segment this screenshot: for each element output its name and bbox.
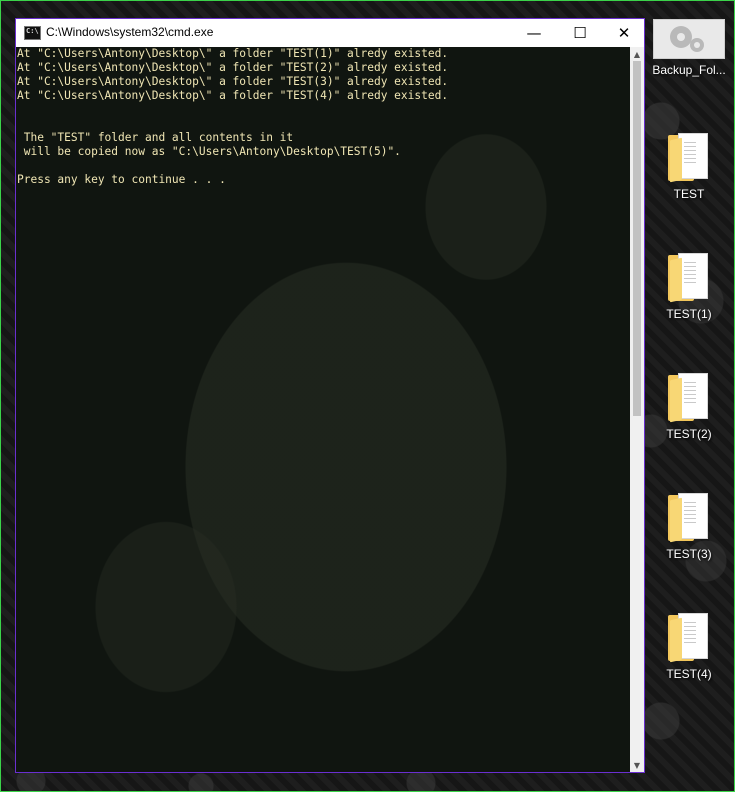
console-line: At "C:\Users\Antony\Desktop\" a folder "… xyxy=(17,89,449,102)
folder-icon xyxy=(668,491,710,543)
console-line: will be copied now as "C:\Users\Antony\D… xyxy=(17,145,401,158)
desktop-icon-test-3[interactable]: TEST(3) xyxy=(649,491,729,561)
console-line: At "C:\Users\Antony\Desktop\" a folder "… xyxy=(17,61,449,74)
folder-icon xyxy=(668,611,710,663)
console-prompt-line: Press any key to continue . . . xyxy=(17,173,226,186)
scroll-up-arrow-icon[interactable]: ▲ xyxy=(630,47,644,61)
console-area[interactable]: At "C:\Users\Antony\Desktop\" a folder "… xyxy=(16,47,630,772)
desktop-icon-label: TEST(3) xyxy=(666,547,712,561)
desktop-icon-label: Backup_Fol... xyxy=(652,63,726,77)
console-output: At "C:\Users\Antony\Desktop\" a folder "… xyxy=(17,47,448,187)
desktop-icon-label: TEST(2) xyxy=(666,427,712,441)
gear-icon xyxy=(690,38,704,52)
maximize-button[interactable]: ☐ xyxy=(557,19,603,47)
desktop: C:\Windows\system32\cmd.exe — ☐ ✕ At "C:… xyxy=(0,0,735,792)
desktop-icon-test-2[interactable]: TEST(2) xyxy=(649,371,729,441)
window-title: C:\Windows\system32\cmd.exe xyxy=(46,25,214,39)
desktop-icon-backup-folder[interactable]: Backup_Fol... xyxy=(649,19,729,77)
console-line: At "C:\Users\Antony\Desktop\" a folder "… xyxy=(17,47,449,60)
gear-icon xyxy=(670,26,692,48)
cmd-window: C:\Windows\system32\cmd.exe — ☐ ✕ At "C:… xyxy=(15,18,645,773)
desktop-icon-label: TEST(1) xyxy=(666,307,712,321)
scroll-thumb[interactable] xyxy=(633,61,641,416)
minimize-button[interactable]: — xyxy=(511,19,557,47)
desktop-icon-test[interactable]: TEST xyxy=(649,131,729,201)
scroll-down-arrow-icon[interactable]: ▼ xyxy=(630,758,644,772)
desktop-icon-test-4[interactable]: TEST(4) xyxy=(649,611,729,681)
desktop-icon-label: TEST(4) xyxy=(666,667,712,681)
console-line: The "TEST" folder and all contents in it xyxy=(17,131,294,144)
cmd-icon[interactable] xyxy=(24,26,41,40)
folder-icon xyxy=(668,371,710,423)
vertical-scrollbar[interactable]: ▲ ▼ xyxy=(630,47,644,772)
folder-icon xyxy=(668,131,710,183)
desktop-icon-test-1[interactable]: TEST(1) xyxy=(649,251,729,321)
gears-icon xyxy=(653,19,725,59)
close-button[interactable]: ✕ xyxy=(601,19,647,47)
folder-icon xyxy=(668,251,710,303)
desktop-icon-label: TEST xyxy=(673,187,705,201)
console-line: At "C:\Users\Antony\Desktop\" a folder "… xyxy=(17,75,449,88)
title-bar[interactable]: C:\Windows\system32\cmd.exe — ☐ ✕ xyxy=(16,19,644,47)
